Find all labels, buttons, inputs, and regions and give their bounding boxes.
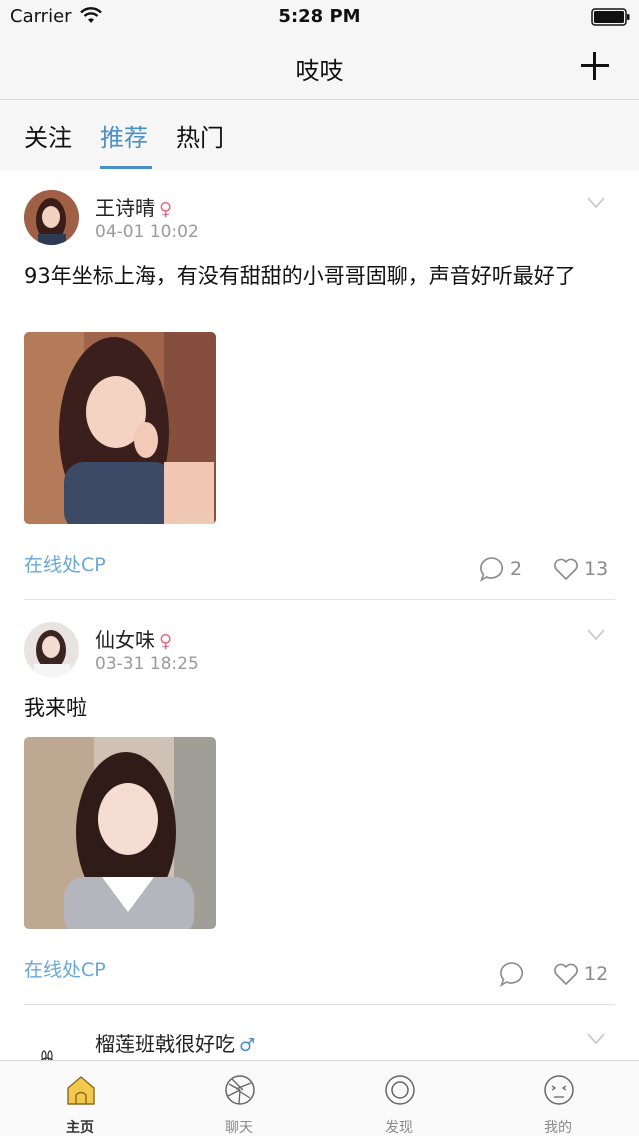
page-title: 吱吱 — [295, 57, 344, 85]
tabbar-item-home[interactable]: 主页 — [30, 1061, 130, 1136]
comment-icon[interactable] — [479, 556, 505, 582]
post-content: 我来啦 — [24, 696, 87, 720]
home-icon — [67, 1076, 95, 1105]
username-text: 王诗晴 — [95, 196, 155, 220]
username[interactable]: 榴莲班戟很好吃 ♂ — [95, 1028, 255, 1057]
post-content: 93年坐标上海，有没有甜甜的小哥哥固聊，声音好听最好了 — [24, 264, 576, 288]
avatar[interactable] — [24, 1026, 79, 1060]
chevron-down-icon[interactable] — [587, 629, 605, 641]
heart-icon[interactable] — [553, 556, 579, 582]
bottom-tab-bar: 主页 聊天 发现 我的 — [0, 1060, 639, 1136]
like-count: 13 — [584, 558, 609, 580]
avatar[interactable] — [24, 622, 79, 677]
post-tag[interactable]: 在线处CP — [24, 550, 106, 577]
post-time: 03-31 18:25 — [95, 654, 199, 674]
post-divider — [24, 1004, 615, 1005]
add-post-icon[interactable] — [579, 50, 611, 82]
tabbar-label: 发现 — [385, 1120, 413, 1136]
feed-tabs: 关注 推荐 热门 — [0, 100, 639, 170]
status-time: 5:28 PM — [278, 6, 361, 27]
active-tab-indicator — [100, 166, 152, 169]
like-count: 12 — [584, 963, 609, 985]
username-text: 榴莲班戟很好吃 — [95, 1032, 235, 1056]
face-icon — [544, 1075, 574, 1105]
photo-image — [24, 332, 216, 524]
photo-image — [24, 737, 216, 929]
tabbar-item-chat[interactable]: 聊天 — [189, 1061, 289, 1136]
post-time: 04-01 10:02 — [95, 222, 199, 242]
username[interactable]: 王诗晴 ♀ — [95, 192, 172, 221]
status-bar: Carrier 5:28 PM — [0, 0, 639, 34]
post-tag[interactable]: 在线处CP — [24, 955, 106, 982]
target-icon — [385, 1075, 415, 1105]
comment-count: 2 — [510, 558, 523, 580]
comment-icon[interactable] — [499, 961, 525, 987]
tabbar-item-discover[interactable]: 发现 — [349, 1061, 449, 1136]
username-text: 仙女味 — [95, 628, 155, 652]
female-icon: ♀ — [159, 199, 173, 220]
avatar[interactable] — [24, 190, 79, 245]
bunny-avatar-icon — [24, 1026, 79, 1060]
username[interactable]: 仙女味 ♀ — [95, 624, 172, 653]
tab-recommended[interactable]: 推荐 — [100, 118, 148, 153]
tab-hot[interactable]: 热门 — [176, 118, 224, 153]
tabbar-item-me[interactable]: 我的 — [508, 1061, 608, 1136]
male-icon: ♂ — [239, 1035, 256, 1056]
chevron-down-icon[interactable] — [587, 197, 605, 209]
post-divider — [24, 599, 615, 600]
tab-following[interactable]: 关注 — [24, 118, 72, 153]
heart-icon[interactable] — [553, 961, 579, 987]
female-icon: ♀ — [159, 631, 173, 652]
post-feed[interactable]: 王诗晴 ♀ 04-01 10:02 93年坐标上海，有没有甜甜的小哥哥固聊，声音好… — [0, 170, 639, 1060]
tabbar-label: 主页 — [66, 1120, 94, 1136]
chevron-down-icon[interactable] — [587, 1033, 605, 1045]
avatar-image — [24, 622, 79, 677]
post-photo[interactable] — [24, 332, 216, 524]
post-photo[interactable] — [24, 737, 216, 929]
avatar-image — [24, 190, 79, 245]
navigation-bar: 吱吱 — [0, 34, 639, 100]
tabbar-label: 我的 — [544, 1120, 572, 1136]
tabbar-label: 聊天 — [225, 1120, 253, 1136]
aperture-icon — [225, 1075, 255, 1105]
battery-icon — [591, 8, 630, 26]
